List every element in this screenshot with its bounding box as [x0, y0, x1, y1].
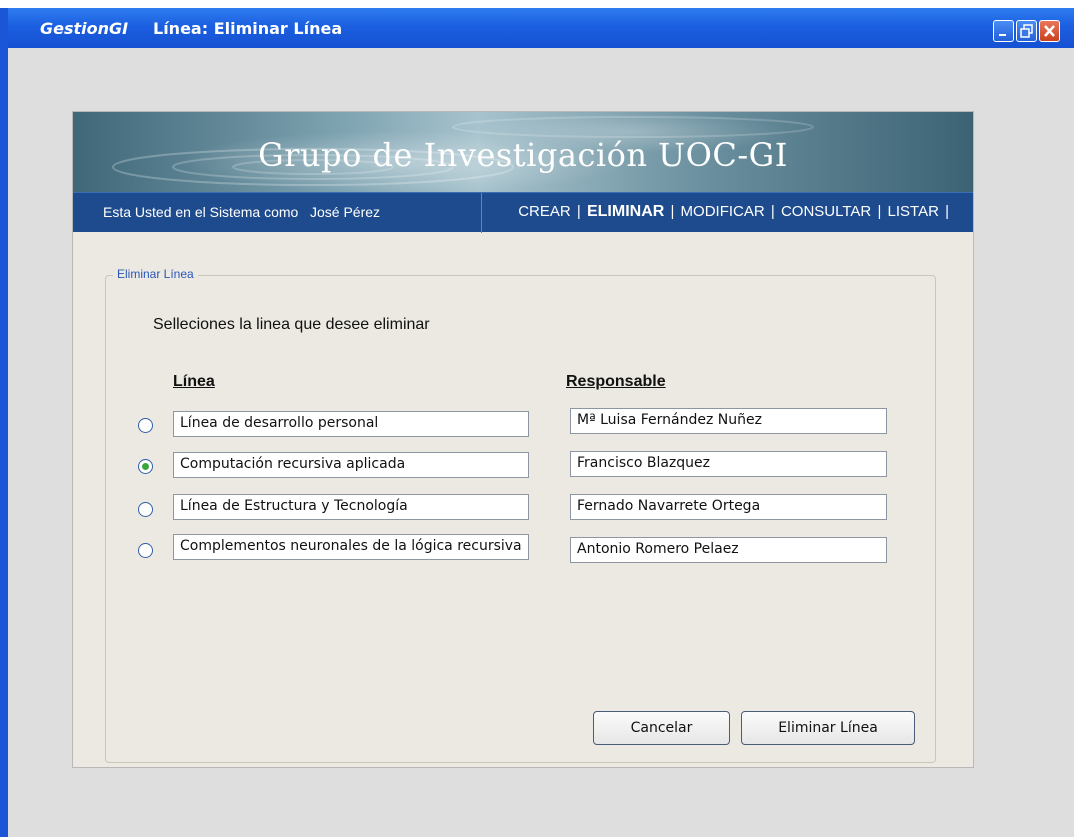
cancel-button[interactable]: Cancelar — [593, 711, 730, 745]
responsable-field[interactable]: Mª Luisa Fernández Nuñez — [570, 408, 887, 434]
responsable-field[interactable]: Antonio Romero Pelaez — [570, 537, 887, 563]
restore-button[interactable] — [1016, 20, 1037, 42]
row-radio[interactable] — [138, 418, 153, 433]
nav-bar: Esta Usted en el Sistema como José Pérez… — [73, 192, 973, 233]
logged-user-text: Esta Usted en el Sistema como José Pérez — [103, 204, 381, 220]
menu-separator: | — [770, 203, 775, 220]
delete-line-button[interactable]: Eliminar Línea — [741, 711, 915, 745]
linea-field[interactable]: Complementos neuronales de la lógica rec… — [173, 534, 529, 560]
linea-field[interactable]: Computación recursiva aplicada — [173, 452, 529, 478]
row-radio[interactable] — [138, 502, 153, 517]
linea-field[interactable]: Línea de desarrollo personal — [173, 411, 529, 437]
menu-separator: | — [576, 203, 581, 220]
column-header-linea: Línea — [173, 373, 215, 390]
action-menu: CREAR | ELIMINAR | MODIFICAR | CONSULTAR… — [518, 203, 951, 221]
row-radio[interactable] — [138, 543, 153, 558]
row-radio-selected[interactable] — [138, 459, 153, 474]
menu-consultar[interactable]: CONSULTAR — [781, 203, 871, 220]
menu-listar[interactable]: LISTAR — [888, 203, 939, 220]
linea-field[interactable]: Línea de Estructura y Tecnología — [173, 494, 529, 520]
menu-eliminar[interactable]: ELIMINAR — [587, 203, 664, 220]
window-title: Línea: Eliminar Línea — [153, 19, 343, 38]
app-name: GestionGI — [40, 19, 129, 38]
instruction-text: Selleciones la linea que desee eliminar — [153, 316, 430, 333]
responsable-field[interactable]: Fernado Navarrete Ortega — [570, 494, 887, 520]
restore-icon — [1020, 24, 1033, 38]
group-legend: Eliminar Línea — [113, 267, 198, 281]
menu-crear[interactable]: CREAR — [518, 203, 571, 220]
main-panel: Grupo de Investigación UOC-GI Esta Usted… — [72, 111, 974, 768]
menu-separator: | — [670, 203, 675, 220]
site-title: Grupo de Investigación UOC-GI — [258, 136, 788, 174]
window-left-border — [0, 8, 8, 837]
responsable-field[interactable]: Francisco Blazquez — [570, 451, 887, 477]
title-bar[interactable]: GestionGI Línea: Eliminar Línea — [8, 8, 1074, 48]
header-banner: Grupo de Investigación UOC-GI — [73, 112, 973, 192]
minimize-button[interactable] — [993, 20, 1014, 42]
close-icon — [1044, 25, 1055, 37]
menu-separator: | — [945, 203, 949, 220]
menu-modificar[interactable]: MODIFICAR — [681, 203, 765, 220]
app-window: GestionGI Línea: Eliminar Línea Grupo de… — [0, 0, 1074, 837]
close-button[interactable] — [1039, 20, 1060, 42]
menu-separator: | — [877, 203, 882, 220]
nav-divider — [481, 193, 482, 233]
column-header-responsable: Responsable — [566, 373, 666, 390]
minimize-icon — [999, 34, 1006, 36]
